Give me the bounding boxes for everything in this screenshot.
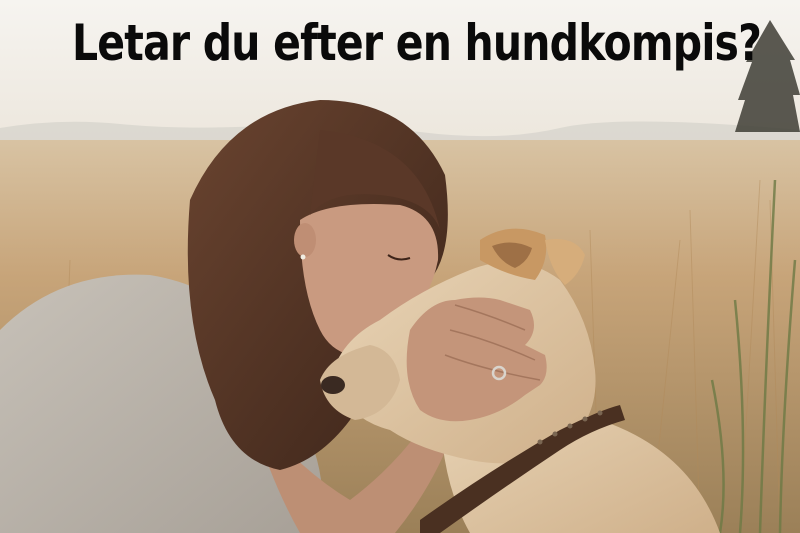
dog-nose: [321, 376, 345, 394]
earring: [300, 254, 306, 260]
headline: Letar du efter en hundkompis?: [72, 14, 762, 72]
hero-image: Letar du efter en hundkompis?: [0, 0, 800, 533]
photo-woman-kissing-dog: [0, 0, 800, 533]
woman-ear: [294, 223, 316, 257]
